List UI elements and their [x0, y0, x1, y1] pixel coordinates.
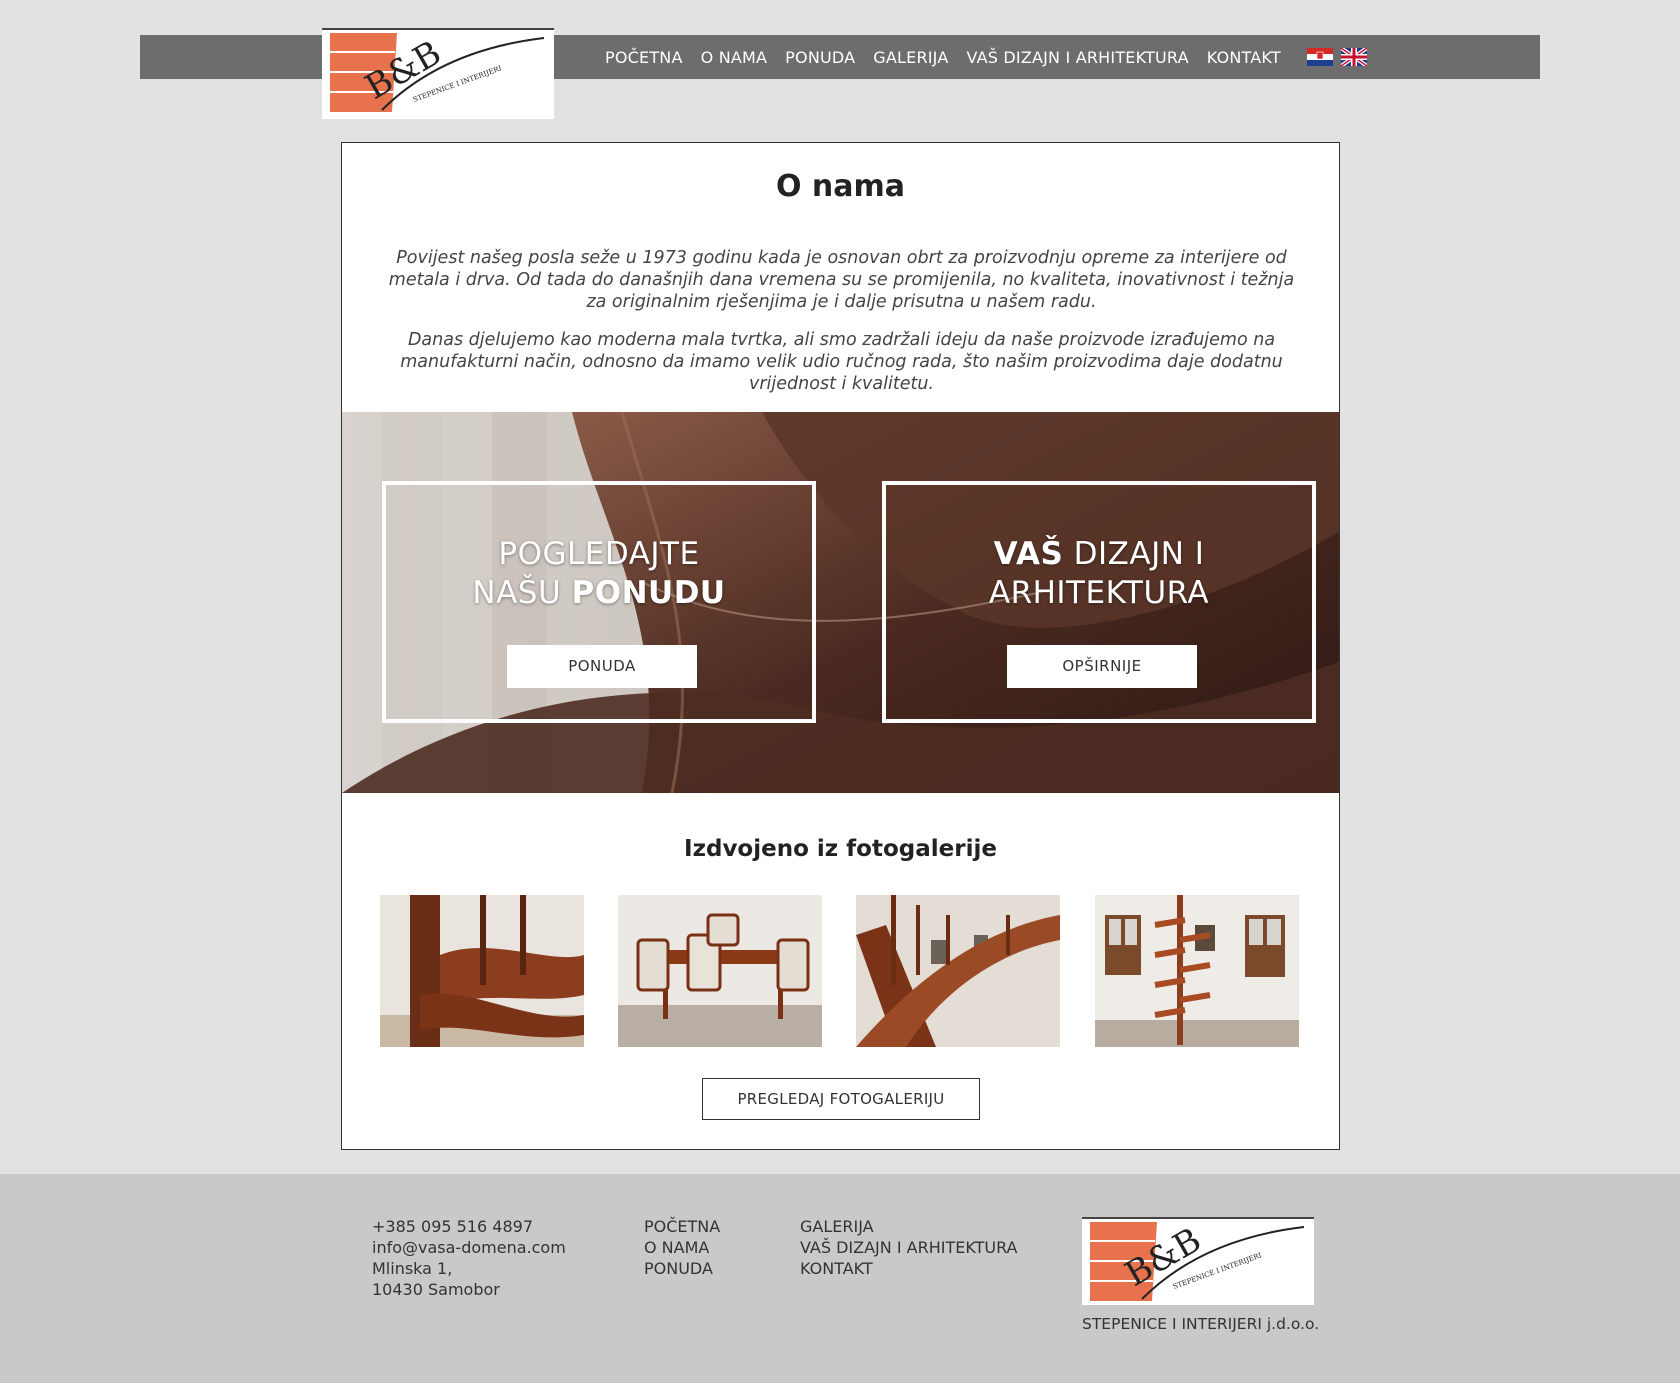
cta-ponuda-box: POGLEDAJTE NAŠU PONUDU PONUDA [382, 481, 816, 723]
main-nav: POČETNA O NAMA PONUDA GALERIJA VAŠ DIZAJ… [605, 35, 1367, 79]
cta-dizajn-line1-bold: VAŠ [993, 536, 1064, 572]
uk-flag-icon[interactable] [1340, 48, 1367, 66]
nav-pocetna[interactable]: POČETNA [605, 48, 683, 67]
footer-links-1: POČETNA O NAMA PONUDA [644, 1216, 720, 1279]
opsirnije-button[interactable]: OPŠIRNIJE [1007, 645, 1197, 688]
footer-phone[interactable]: +385 095 516 4897 [372, 1216, 566, 1237]
gallery-thumb-staircase-1[interactable] [380, 895, 584, 1047]
nav-kontakt[interactable]: KONTAKT [1207, 48, 1281, 67]
intro-paragraph-1: Povijest našeg posla seže u 1973 godinu … [388, 248, 1295, 312]
gallery-title: Izdvojeno iz fotogalerije [684, 836, 997, 862]
cta-dizajn-line2: ARHITEKTURA [988, 575, 1210, 611]
footer-link-o-nama[interactable]: O NAMA [644, 1237, 720, 1258]
footer-logo[interactable]: B&B STEPENICE I INTERIJERI [1082, 1217, 1314, 1305]
cta-dizajn-heading: VAŠ DIZAJN I ARHITEKTURA [886, 535, 1312, 613]
nav-galerija[interactable]: GALERIJA [873, 48, 948, 67]
nav-vas-dizajn[interactable]: VAŠ DIZAJN I ARHITEKTURA [966, 48, 1188, 67]
ponuda-button[interactable]: PONUDA [507, 645, 697, 688]
nav-ponuda[interactable]: PONUDA [785, 48, 855, 67]
gallery-thumb-staircase-2[interactable] [856, 895, 1060, 1047]
hero-banner: POGLEDAJTE NAŠU PONUDU PONUDA VAŠ DIZAJN… [342, 412, 1339, 793]
footer-links-2: GALERIJA VAŠ DIZAJN I ARHITEKTURA KONTAK… [800, 1216, 1017, 1279]
footer-link-galerija[interactable]: GALERIJA [800, 1216, 1017, 1237]
footer-link-vas-dizajn[interactable]: VAŠ DIZAJN I ARHITEKTURA [800, 1237, 1017, 1258]
gallery-thumb-spiral-stair[interactable] [1095, 895, 1299, 1047]
gallery-thumb-dining-set[interactable] [618, 895, 822, 1047]
pregledaj-fotogaleriju-button[interactable]: PREGLEDAJ FOTOGALERIJU [702, 1078, 980, 1120]
croatian-flag-icon[interactable] [1306, 48, 1333, 66]
footer-address-city: 10430 Samobor [372, 1280, 500, 1299]
footer-company-name: STEPENICE I INTERIJERI j.d.o.o. [1082, 1315, 1320, 1333]
intro-paragraph-2: Danas djelujemo kao moderna mala tvrtka,… [400, 330, 1283, 394]
cta-ponuda-line1: POGLEDAJTE [498, 536, 700, 572]
footer-link-pocetna[interactable]: POČETNA [644, 1216, 720, 1237]
page-title: O nama [775, 169, 906, 204]
cta-ponuda-line2-bold: PONUDU [571, 575, 726, 611]
footer-link-ponuda[interactable]: PONUDA [644, 1258, 720, 1279]
intro-text: Povijest našeg posla seže u 1973 godinu … [377, 247, 1306, 411]
footer-email[interactable]: info@vasa-domena.com [372, 1237, 566, 1258]
main-content-card: O nama Povijest našeg posla seže u 1973 … [341, 142, 1340, 1150]
cta-dizajn-box: VAŠ DIZAJN I ARHITEKTURA OPŠIRNIJE [882, 481, 1316, 723]
nav-o-nama[interactable]: O NAMA [701, 48, 768, 67]
gallery-thumbnails [380, 895, 1305, 1047]
cta-ponuda-heading: POGLEDAJTE NAŠU PONUDU [386, 535, 812, 613]
footer-contact: +385 095 516 4897 info@vasa-domena.com M… [372, 1216, 566, 1300]
footer: +385 095 516 4897 info@vasa-domena.com M… [0, 1174, 1680, 1383]
footer-address-street: Mlinska 1, [372, 1259, 453, 1278]
footer-link-kontakt[interactable]: KONTAKT [800, 1258, 1017, 1279]
site-logo[interactable]: B&B STEPENICE I INTERIJERI [322, 28, 554, 119]
cta-dizajn-line1: DIZAJN I [1063, 536, 1205, 572]
cta-ponuda-line2: NAŠU [472, 575, 572, 611]
